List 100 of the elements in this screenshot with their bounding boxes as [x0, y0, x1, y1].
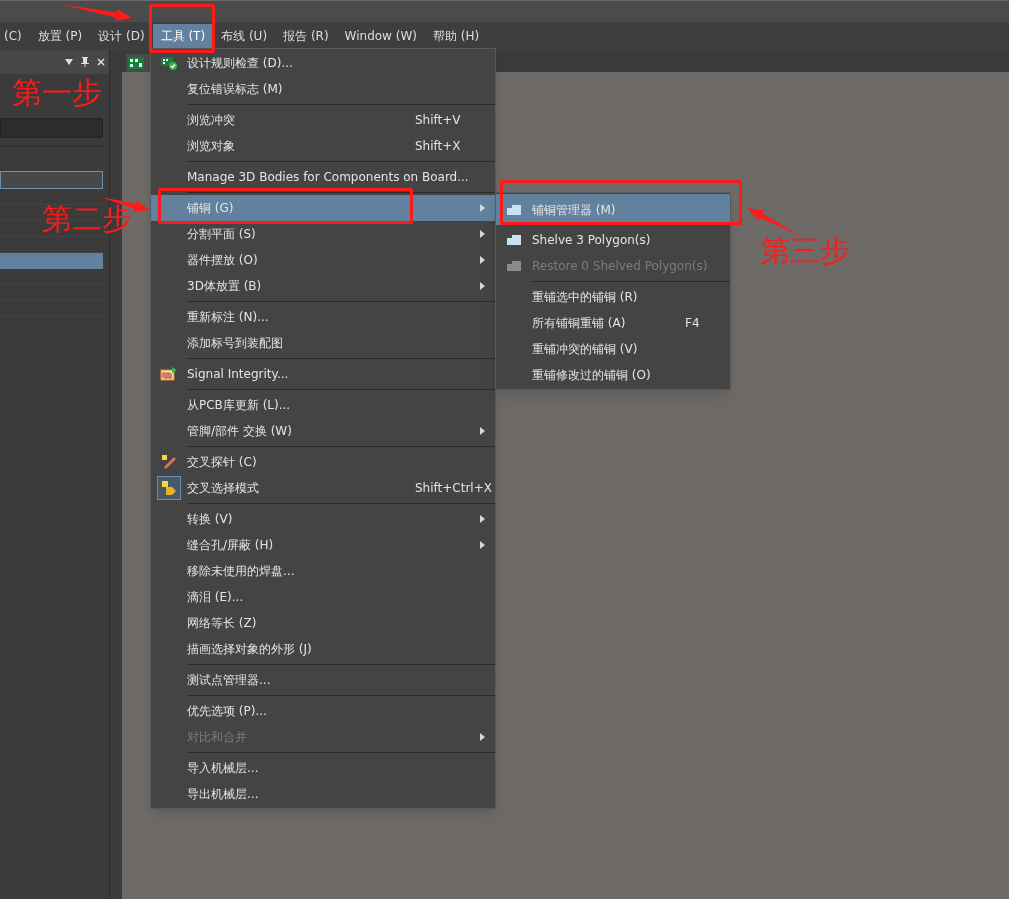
- menu-item[interactable]: 3D体放置 (B): [151, 273, 495, 299]
- menu-bar-item[interactable]: 布线 (U): [213, 24, 276, 48]
- shortcut-label: Shift+X: [415, 138, 461, 155]
- menu-item-label: 交叉探针 (C): [187, 454, 257, 471]
- submenu-arrow-icon: [480, 282, 485, 290]
- annotation-label: 第一步: [12, 78, 102, 108]
- menu-item[interactable]: 浏览对象 Shift+X: [151, 133, 495, 159]
- menu-item-label: Manage 3D Bodies for Components on Board...: [187, 169, 469, 186]
- menu-item[interactable]: 导入机械层...: [151, 755, 495, 781]
- menu-bar-item[interactable]: (C): [4, 24, 30, 48]
- menu-item-label: 描画选择对象的外形 (J): [187, 641, 312, 658]
- menu-item-label: 重铺选中的铺铜 (R): [532, 289, 638, 306]
- menu-item[interactable]: 滴泪 (E)...: [151, 584, 495, 610]
- menu-item-label: 管脚/部件 交换 (W): [187, 423, 292, 440]
- menu-item[interactable]: 复位错误标志 (M): [151, 76, 495, 102]
- menu-item-label: 重铺修改过的铺铜 (O): [532, 367, 651, 384]
- menu-bar-item[interactable]: 帮助 (H): [424, 24, 488, 48]
- submenu-arrow-icon: [480, 515, 485, 523]
- polygon-icon: [506, 234, 522, 246]
- menu-bar-item[interactable]: 放置 (P): [29, 24, 91, 48]
- menu-item-label: 转换 (V): [187, 511, 233, 528]
- menu-item[interactable]: 管脚/部件 交换 (W): [151, 418, 495, 444]
- menu-item[interactable]: 交叉选择模式 Shift+Ctrl+X: [151, 475, 495, 501]
- cross-select-icon: [160, 480, 178, 496]
- annotation-label: 第二步: [42, 204, 132, 234]
- menu-item-label: 浏览对象: [187, 138, 235, 155]
- menu-item[interactable]: 转换 (V): [151, 506, 495, 532]
- tree-row[interactable]: [0, 171, 103, 189]
- dropdown-icon[interactable]: [65, 59, 73, 65]
- menu-item[interactable]: 浏览冲突 Shift+V: [151, 107, 495, 133]
- menu-item[interactable]: Shelve 3 Polygon(s): [496, 227, 730, 253]
- annotation-frame: [149, 4, 215, 53]
- menu-item[interactable]: 导出机械层...: [151, 781, 495, 807]
- menu-item[interactable]: 从PCB库更新 (L)...: [151, 392, 495, 418]
- menu-item[interactable]: 测试点管理器...: [151, 667, 495, 693]
- menu-item[interactable]: 重新标注 (N)...: [151, 304, 495, 330]
- annotation-arrow: [60, 4, 132, 21]
- menu-item[interactable]: 网络等长 (Z): [151, 610, 495, 636]
- menu-item-label: 添加标号到装配图: [187, 335, 283, 352]
- menu-item-label: 导入机械层...: [187, 760, 259, 777]
- menu-item-label: 测试点管理器...: [187, 672, 271, 689]
- shortcut-label: Shift+Ctrl+X: [415, 480, 492, 497]
- probe-icon: [160, 454, 178, 470]
- menu-item-label: 从PCB库更新 (L)...: [187, 397, 291, 414]
- submenu-arrow-icon: [480, 204, 485, 212]
- menu-item-label: Signal Integrity...: [187, 366, 289, 383]
- menu-item[interactable]: 缝合孔/屏蔽 (H): [151, 532, 495, 558]
- menu-item[interactable]: 所有铺铜重铺 (A) F4: [496, 310, 730, 336]
- close-icon[interactable]: [97, 58, 105, 66]
- polygon-icon: [506, 260, 522, 272]
- submenu-arrow-icon: [480, 733, 485, 741]
- menu-item-label: 优先选项 (P)...: [187, 703, 267, 720]
- menu-item-label: 重铺冲突的铺铜 (V): [532, 341, 638, 358]
- menu-item-label: 3D体放置 (B): [187, 278, 262, 295]
- shortcut-label: F4: [685, 315, 700, 332]
- menu-item-label: 重新标注 (N)...: [187, 309, 269, 326]
- menu-item-label: 网络等长 (Z): [187, 615, 257, 632]
- menu-bar-item[interactable]: 工具 (T): [152, 24, 214, 48]
- annotation-arrow: [747, 208, 800, 236]
- submenu-arrow-icon: [480, 541, 485, 549]
- menu-item[interactable]: 器件摆放 (O): [151, 247, 495, 273]
- menu-item-label: 移除未使用的焊盘...: [187, 563, 295, 580]
- menu-item[interactable]: 设计规则检查 (D)...: [151, 50, 495, 76]
- submenu-arrow-icon: [480, 427, 485, 435]
- menu-bar-item[interactable]: Window (W): [336, 24, 425, 48]
- menu-item-label: 分割平面 (S): [187, 226, 256, 243]
- menu-item-label: 铺铜管理器 (M): [532, 201, 616, 219]
- menu-item-label: 缝合孔/屏蔽 (H): [187, 537, 274, 554]
- menu-item[interactable]: 重铺冲突的铺铜 (V): [496, 336, 730, 362]
- annotation-label: 第三步: [760, 236, 850, 266]
- menu-item-label: 浏览冲突: [187, 112, 235, 129]
- menu-item[interactable]: Manage 3D Bodies for Components on Board...: [151, 164, 495, 190]
- pin-icon[interactable]: [81, 57, 89, 67]
- menu-item[interactable]: 重铺修改过的铺铜 (O): [496, 362, 730, 388]
- menu-bar-item[interactable]: 报告 (R): [275, 24, 337, 48]
- submenu-arrow-icon: [480, 230, 485, 238]
- shortcut-label: Shift+V: [415, 112, 461, 129]
- menu-bar-item[interactable]: 设计 (D): [90, 24, 153, 48]
- menu-item[interactable]: Signal Integrity...: [151, 361, 495, 387]
- search-field[interactable]: [0, 118, 103, 138]
- menu-item[interactable]: 添加标号到装配图: [151, 330, 495, 356]
- menu-item-label: 滴泪 (E)...: [187, 589, 244, 606]
- menu-item-label: 复位错误标志 (M): [187, 81, 283, 98]
- menu-item-label: 设计规则检查 (D)...: [187, 55, 293, 72]
- menu-item-label: 导出机械层...: [187, 786, 259, 803]
- menu-item[interactable]: 移除未使用的焊盘...: [151, 558, 495, 584]
- menu-item-label: Restore 0 Shelved Polygon(s): [532, 258, 708, 275]
- menu-item-label: 铺铜 (G): [187, 200, 234, 217]
- submenu-arrow-icon: [480, 256, 485, 264]
- polygon-icon: [506, 203, 522, 216]
- menu-item[interactable]: 分割平面 (S): [151, 221, 495, 247]
- waveform-icon: [160, 366, 178, 382]
- menu-item-label: Shelve 3 Polygon(s): [532, 232, 651, 249]
- menu-item-label: 器件摆放 (O): [187, 252, 258, 269]
- menu-item[interactable]: 优先选项 (P)...: [151, 698, 495, 724]
- menu-item[interactable]: 重铺选中的铺铜 (R): [496, 284, 730, 310]
- menu-item[interactable]: 交叉探针 (C): [151, 449, 495, 475]
- menu-item-label: 所有铺铜重铺 (A): [532, 315, 626, 332]
- menu-item[interactable]: 描画选择对象的外形 (J): [151, 636, 495, 662]
- board-icon[interactable]: [128, 57, 144, 69]
